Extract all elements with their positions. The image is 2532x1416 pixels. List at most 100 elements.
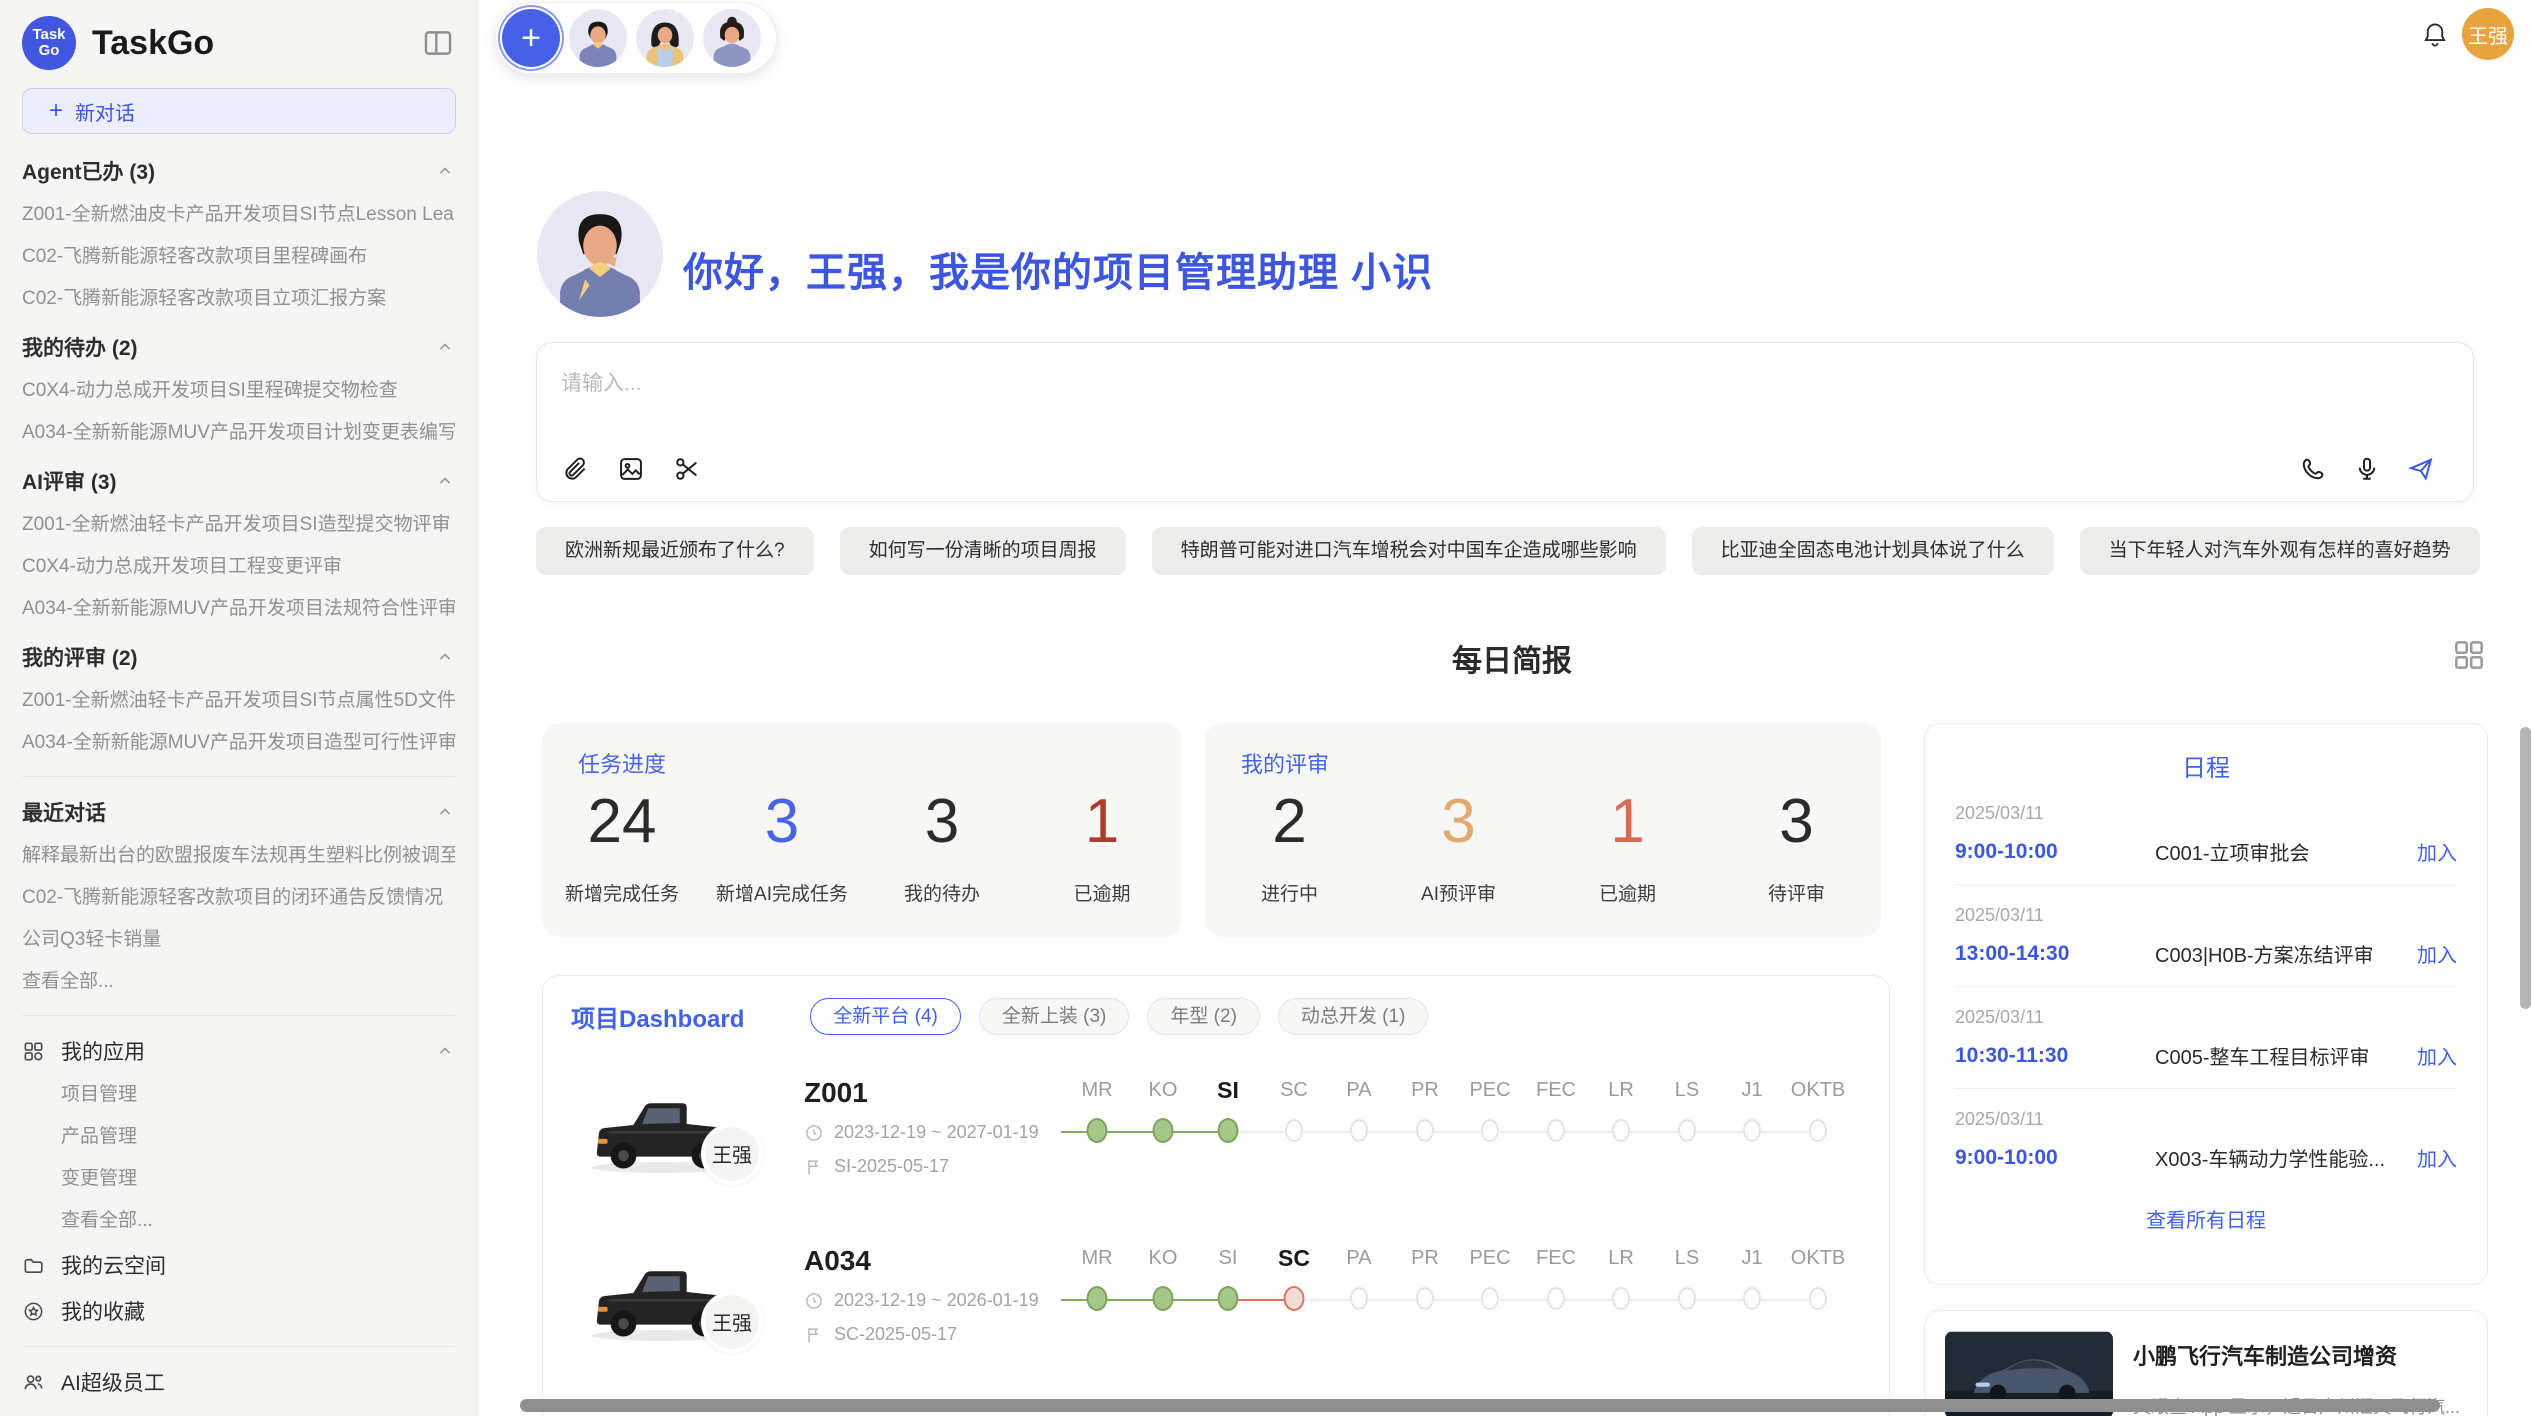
project-row-z001[interactable]: 王强 Z001 2023-12-19 ~ 2027-01-19 SI-2025-…	[543, 1051, 1889, 1203]
user-avatar[interactable]: 王强	[2462, 8, 2514, 60]
recent-chat-item[interactable]: 公司Q3轻卡销量	[22, 919, 455, 961]
sidebar-task-item[interactable]: Z001-全新燃油轻卡产品开发项目SI造型提交物评审	[22, 504, 455, 546]
sidebar-task-item[interactable]: C02-飞腾新能源轻客改款项目立项汇报方案	[22, 278, 455, 320]
section-agent-done[interactable]: Agent已办 (3)	[22, 148, 455, 194]
new-chat-button[interactable]: + 新对话	[22, 88, 456, 134]
scissors-icon[interactable]	[673, 455, 701, 483]
suggestion-chip[interactable]: 当下年轻人对汽车外观有怎样的喜好趋势	[2080, 527, 2480, 575]
composer-right-tools	[2299, 455, 2435, 483]
filter-new-body[interactable]: 全新上装 (3)	[979, 998, 1130, 1035]
sidebar-task-item[interactable]: C02-飞腾新能源轻客改款项目里程碑画布	[22, 236, 455, 278]
section-my-todo[interactable]: 我的待办 (2)	[22, 324, 455, 370]
filter-powertrain[interactable]: 动总开发 (1)	[1278, 998, 1429, 1035]
schedule-event-name: C005-整车工程目标评审	[2155, 1041, 2417, 1070]
section-ai-review[interactable]: AI评审 (3)	[22, 458, 455, 504]
join-meeting-link[interactable]: 加入	[2417, 939, 2457, 968]
milestone-dot-done	[1153, 1286, 1174, 1311]
sidebar-task-item[interactable]: C0X4-动力总成开发项目工程变更评审	[22, 546, 455, 588]
sidebar-item-cloud-space[interactable]: 我的云空间	[22, 1242, 455, 1288]
apps-grid-icon	[22, 1040, 45, 1063]
join-meeting-link[interactable]: 加入	[2417, 1143, 2457, 1172]
milestone-dot-done	[1087, 1286, 1108, 1311]
filter-new-platform[interactable]: 全新平台 (4)	[810, 998, 961, 1035]
suggestion-chip[interactable]: 如何写一份清晰的项目周报	[840, 527, 1126, 575]
sidebar-task-item[interactable]: A034-全新新能源MUV产品开发项目造型可行性评审	[22, 722, 455, 764]
app-title: TaskGo	[92, 24, 421, 63]
attachment-icon[interactable]	[561, 455, 589, 483]
vertical-scrollbar[interactable]	[2520, 727, 2531, 1009]
microphone-icon[interactable]	[2353, 455, 2381, 483]
chevron-up-icon[interactable]	[435, 471, 455, 491]
schedule-event-name: C003|H0B-方案冻结评审	[2155, 939, 2417, 968]
apps-view-all[interactable]: 查看全部...	[22, 1200, 455, 1242]
chevron-up-icon[interactable]	[435, 161, 455, 181]
sidebar-task-item[interactable]: A034-全新新能源MUV产品开发项目计划变更表编写	[22, 412, 455, 454]
sidebar-task-item[interactable]: A034-全新新能源MUV产品开发项目法规符合性评审	[22, 588, 455, 630]
send-icon[interactable]	[2407, 455, 2435, 483]
milestone-dot	[1678, 1287, 1696, 1310]
recent-chats-view-all[interactable]: 查看全部...	[22, 961, 455, 1003]
filter-model-year[interactable]: 年型 (2)	[1147, 998, 1260, 1035]
clock-icon	[804, 1123, 824, 1143]
task-progress-card: 任务进度 24 新增完成任务 3 新增AI完成任务 3 我的待办 1 已逾期	[542, 723, 1182, 937]
sidebar-item-help-write[interactable]: 帮我写作	[22, 1405, 455, 1416]
app-logo: Task Go	[22, 16, 76, 70]
chevron-up-icon[interactable]	[435, 647, 455, 667]
sidebar-task-item[interactable]: C0X4-动力总成开发项目SI里程碑提交物检查	[22, 370, 455, 412]
sidebar-task-item[interactable]: Z001-全新燃油皮卡产品开发项目SI节点Lesson Learn报告	[22, 194, 455, 236]
join-meeting-link[interactable]: 加入	[2417, 1041, 2457, 1070]
phone-icon[interactable]	[2299, 455, 2327, 483]
app-item-project-mgmt[interactable]: 项目管理	[22, 1074, 455, 1116]
sidebar-collapse-icon[interactable]	[421, 26, 455, 60]
section-recent-chats[interactable]: 最近对话	[22, 789, 455, 835]
stat-new-done: 24 新增完成任务	[542, 787, 702, 906]
chevron-up-icon[interactable]	[435, 337, 455, 357]
stat-review-overdue: 1 已逾期	[1543, 787, 1712, 906]
project-row-a034[interactable]: 王强 A034 2023-12-19 ~ 2026-01-19 SC-2025-…	[543, 1219, 1889, 1371]
session-avatar-3[interactable]	[703, 9, 761, 67]
favorites-star-icon	[22, 1300, 45, 1323]
message-composer[interactable]: 请输入...	[536, 342, 2474, 502]
stat-in-progress: 2 进行中	[1205, 787, 1374, 906]
stat-overdue: 1 已逾期	[1022, 787, 1182, 906]
recent-chat-item[interactable]: 解释最新出台的欧盟报废车法规再生塑料比例被调至15%...	[22, 835, 455, 877]
horizontal-scrollbar[interactable]	[520, 1399, 2440, 1412]
plus-icon: +	[49, 97, 63, 125]
chevron-up-icon[interactable]	[435, 1041, 455, 1061]
my-reviews-card: 我的评审 2 进行中 3 AI预评审 1 已逾期 3 待评审	[1205, 723, 1881, 937]
session-avatar-1[interactable]	[569, 9, 627, 67]
divider	[22, 776, 455, 777]
schedule-item: 2025/03/11 9:00-10:00 X003-车辆动力学性能验... 加…	[1955, 1089, 2457, 1190]
view-all-schedule-link[interactable]: 查看所有日程	[1955, 1204, 2457, 1233]
add-session-button[interactable]: +	[502, 9, 560, 67]
sidebar-item-ai-employee[interactable]: AI超级员工	[22, 1359, 455, 1405]
suggestion-chip[interactable]: 特朗普可能对进口汽车增税会对中国车企造成哪些影响	[1152, 527, 1666, 575]
image-icon[interactable]	[617, 455, 645, 483]
suggestion-chip[interactable]: 比亚迪全固态电池计划具体说了什么	[1692, 527, 2054, 575]
suggestion-chip[interactable]: 欧洲新规最近颁布了什么?	[536, 527, 814, 575]
milestone-timeline: MR KO SI SC PA PR PEC FEC LR LS J1 OKTB	[1089, 1071, 1819, 1183]
my-reviews-title: 我的评审	[1241, 747, 1329, 779]
session-avatar-2[interactable]	[636, 9, 694, 67]
chevron-up-icon[interactable]	[435, 802, 455, 822]
app-item-product-mgmt[interactable]: 产品管理	[22, 1116, 455, 1158]
recent-chat-item[interactable]: C02-飞腾新能源轻客改款项目的闭环通告反馈情况	[22, 877, 455, 919]
section-my-review[interactable]: 我的评审 (2)	[22, 634, 455, 680]
schedule-item: 2025/03/11 9:00-10:00 C001-立项审批会 加入	[1955, 783, 2457, 885]
sidebar-item-favorites[interactable]: 我的收藏	[22, 1288, 455, 1334]
divider	[22, 1015, 455, 1016]
milestone-dot-done	[1218, 1286, 1239, 1311]
layout-grid-icon[interactable]	[2450, 636, 2488, 674]
sidebar-item-my-apps[interactable]: 我的应用	[22, 1028, 455, 1074]
notification-bell-icon[interactable]	[2420, 20, 2450, 50]
schedule-event-name: C001-立项审批会	[2155, 837, 2417, 866]
app-item-change-mgmt[interactable]: 变更管理	[22, 1158, 455, 1200]
project-flag-milestone: SI-2025-05-17	[804, 1156, 1089, 1177]
join-meeting-link[interactable]: 加入	[2417, 837, 2457, 866]
project-dates: 2023-12-19 ~ 2027-01-19	[804, 1122, 1089, 1143]
people-icon	[22, 1371, 45, 1394]
sidebar-task-item[interactable]: Z001-全新燃油轻卡产品开发项目SI节点属性5D文件评审	[22, 680, 455, 722]
dashboard-title: 项目Dashboard	[571, 999, 744, 1034]
greeting-text: 你好，王强，我是你的项目管理助理 小识	[683, 240, 1433, 298]
schedule-item: 2025/03/11 13:00-14:30 C003|H0B-方案冻结评审 加…	[1955, 885, 2457, 987]
